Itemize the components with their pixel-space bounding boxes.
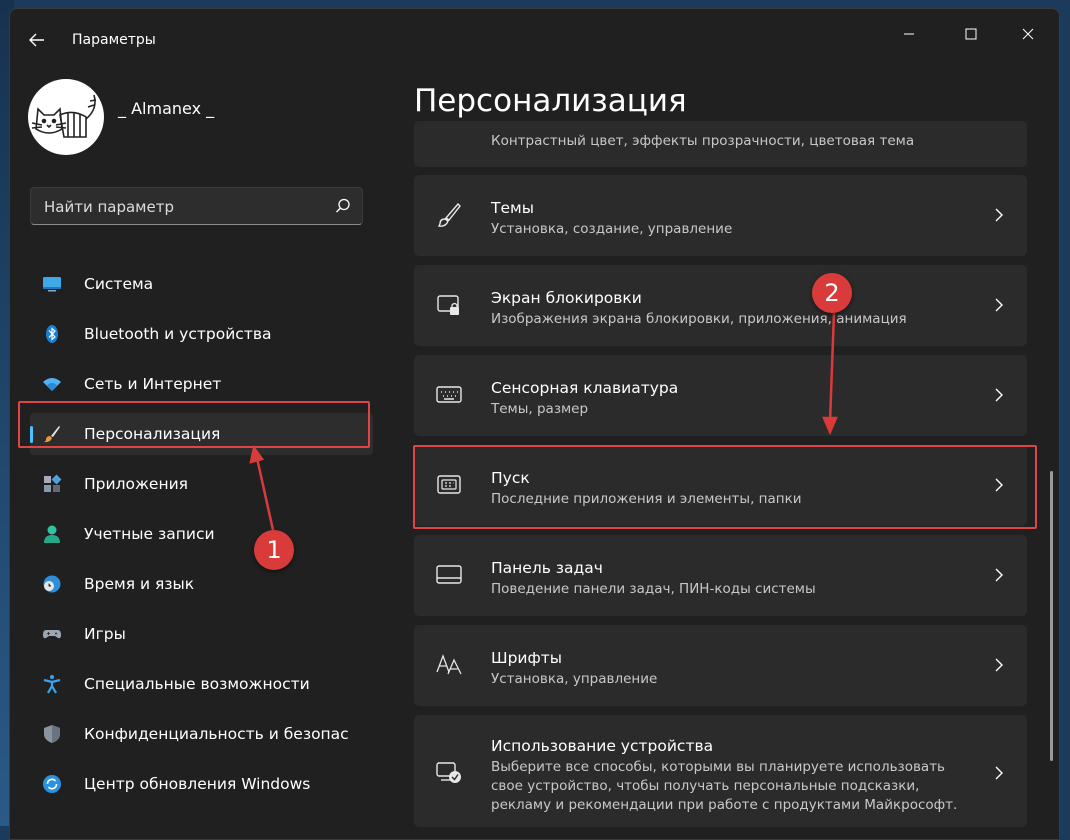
- lock-screen-icon: [437, 295, 459, 315]
- user-name: _ Almanex _: [118, 99, 215, 118]
- card-title: Экран блокировки: [491, 289, 642, 307]
- card-themes[interactable]: Темы Установка, создание, управление: [414, 175, 1027, 256]
- card-title: Использование устройства: [491, 737, 714, 755]
- sidebar-item-time-language[interactable]: Время и язык: [20, 559, 374, 609]
- card-touch-keyboard[interactable]: Сенсорная клавиатура Темы, размер: [414, 355, 1027, 436]
- globe-clock-icon: [43, 575, 61, 593]
- wifi-icon: [43, 378, 61, 391]
- shield-icon: [44, 725, 60, 743]
- card-subtitle: Установка, создание, управление: [491, 221, 733, 237]
- sidebar-item-label: Центр обновления Windows: [84, 775, 311, 793]
- chevron-right-icon: [995, 388, 1003, 402]
- search-input[interactable]: Найти параметр: [30, 187, 363, 225]
- sidebar-item-accessibility[interactable]: Специальные возможности: [20, 659, 374, 709]
- card-title: Сенсорная клавиатура: [491, 379, 679, 397]
- card-fonts[interactable]: Шрифты Установка, управление: [414, 625, 1027, 706]
- chevron-right-icon: [995, 208, 1003, 222]
- minimize-icon: [904, 33, 914, 35]
- card-subtitle: Контрастный цвет, эффекты прозрачности, …: [491, 133, 915, 149]
- chevron-right-icon: [995, 766, 1003, 780]
- card-title: Темы: [491, 199, 534, 217]
- card-title: Шрифты: [491, 649, 563, 667]
- scrollbar[interactable]: [1050, 471, 1053, 761]
- sidebar-item-bluetooth[interactable]: Bluetooth и устройства: [20, 309, 374, 359]
- card-subtitle: Установка, управление: [491, 671, 658, 687]
- app-title: Параметры: [72, 32, 156, 48]
- person-icon: [44, 525, 60, 543]
- sidebar-item-apps[interactable]: Приложения: [20, 459, 374, 509]
- sidebar-item-windows-update[interactable]: Центр обновления Windows: [20, 759, 374, 809]
- brush-icon: [437, 202, 461, 227]
- card-subtitle: Выберите все способы, которыми вы планир…: [491, 759, 958, 813]
- update-icon: [43, 775, 61, 793]
- settings-window: Параметры _ Almanex _ Найти параметр Сис…: [9, 8, 1060, 840]
- avatar[interactable]: [28, 79, 104, 155]
- sidebar-item-label: Система: [84, 275, 154, 293]
- highlight-box-start: [413, 445, 1037, 529]
- sidebar-item-label: Специальные возможности: [84, 675, 310, 693]
- search-placeholder: Найти параметр: [44, 198, 174, 216]
- sidebar-item-label: Приложения: [84, 475, 188, 493]
- close-icon: [1022, 28, 1034, 40]
- annotation-badge-2: 2: [812, 273, 852, 313]
- highlight-box-personalization: [18, 401, 370, 448]
- accessibility-icon: [43, 675, 61, 694]
- keyboard-icon: [436, 386, 462, 403]
- sidebar-item-label: Bluetooth и устройства: [84, 325, 272, 343]
- device-usage-icon: [436, 762, 461, 783]
- search-icon[interactable]: [334, 197, 352, 215]
- sidebar-nav: Система Bluetooth и устройства Сеть и Ин…: [20, 259, 374, 809]
- card-device-usage[interactable]: Использование устройства Выберите все сп…: [414, 715, 1027, 827]
- sidebar-item-system[interactable]: Система: [20, 259, 374, 309]
- sidebar-item-accounts[interactable]: Учетные записи: [20, 509, 374, 559]
- chevron-right-icon: [995, 568, 1003, 582]
- maximize-icon: [965, 28, 977, 40]
- cat-avatar-icon: [31, 94, 97, 138]
- card-subtitle: Поведение панели задач, ПИН-коды системы: [491, 581, 816, 597]
- apps-icon: [44, 474, 62, 492]
- sidebar-item-label: Учетные записи: [84, 525, 215, 543]
- gamepad-icon: [43, 630, 61, 639]
- sidebar-item-label: Игры: [84, 625, 126, 643]
- page-title: Персонализация: [414, 83, 687, 119]
- bluetooth-icon: [46, 325, 58, 343]
- title-bar: Параметры: [10, 9, 1059, 49]
- minimize-button[interactable]: [886, 19, 932, 49]
- chevron-right-icon: [995, 298, 1003, 312]
- sidebar-item-gaming[interactable]: Игры: [20, 609, 374, 659]
- taskbar-icon: [436, 565, 462, 584]
- sidebar-item-privacy[interactable]: Конфиденциальность и безопас: [20, 709, 374, 759]
- card-subtitle: Изображения экрана блокировки, приложени…: [491, 311, 907, 327]
- system-icon: [43, 277, 61, 292]
- chevron-right-icon: [995, 658, 1003, 672]
- sidebar-item-label: Время и язык: [84, 575, 195, 593]
- back-arrow-icon[interactable]: [28, 31, 46, 49]
- maximize-button[interactable]: [948, 19, 994, 49]
- card-lock-screen[interactable]: Экран блокировки Изображения экрана блок…: [414, 265, 1027, 346]
- close-button[interactable]: [1005, 19, 1051, 49]
- sidebar-item-label: Сеть и Интернет: [84, 375, 222, 393]
- fonts-icon: [436, 654, 462, 675]
- card-title: Панель задач: [491, 559, 603, 577]
- sidebar-item-label: Конфиденциальность и безопас: [84, 725, 349, 743]
- card-colors-partial[interactable]: Контрастный цвет, эффекты прозрачности, …: [414, 121, 1027, 167]
- card-taskbar[interactable]: Панель задач Поведение панели задач, ПИН…: [414, 535, 1027, 616]
- card-subtitle: Темы, размер: [491, 401, 589, 417]
- annotation-badge-1: 1: [254, 530, 294, 570]
